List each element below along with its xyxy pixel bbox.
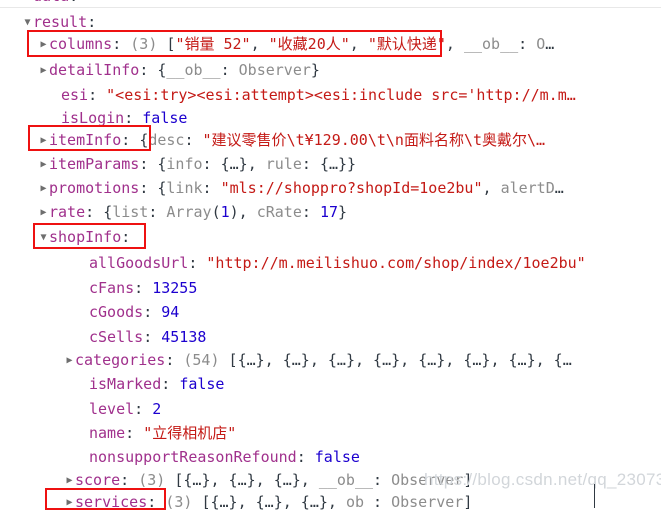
watermark-text: https://blog.csdn.net/qq_23073811 [424, 470, 661, 489]
array-length-badge: (3) [165, 493, 193, 510]
property-key: level [89, 400, 135, 418]
property-separator: : [143, 328, 153, 346]
tree-row-promotions[interactable]: promotions: {link: "mls://shoppro?shopId… [0, 176, 564, 201]
property-key: columns [49, 35, 113, 53]
property-key: cGoods [89, 303, 144, 321]
property-value-preview: false [314, 448, 360, 466]
property-separator: : [87, 13, 97, 31]
property-value-preview: false [142, 109, 188, 127]
property-separator: : [85, 203, 95, 221]
tree-row-nonsupportReasonRefound[interactable]: nonsupportReasonRefound: false [0, 445, 360, 470]
property-value-preview: {link: "mls://shoppro?shopId=1oe2bu", al… [157, 179, 564, 197]
tree-row-level[interactable]: level: 2 [0, 397, 161, 422]
property-separator: : [147, 493, 157, 510]
property-value-preview: {desc: "建议零售价\t¥129.00\t\n面料名称\t奥戴尔\… [139, 131, 546, 149]
property-separator: : [121, 228, 131, 246]
property-key: allGoodsUrl [89, 254, 189, 272]
disclosure-triangle-collapsed-icon[interactable] [38, 176, 49, 201]
property-key: promotions [49, 179, 140, 197]
property-value-preview: [{…}, {…}, {…}, ob : Observer] [201, 493, 473, 510]
property-separator: : [121, 131, 131, 149]
tree-row-allGoodsUrl[interactable]: allGoodsUrl: "http://m.meilishuo.com/sho… [0, 251, 586, 276]
property-value-preview: 2 [152, 400, 162, 418]
property-value-preview: [{…}, {…}, {…}, {…}, {…}, {…}, {…}, {… [228, 351, 572, 369]
property-key: isMarked [89, 375, 162, 393]
property-key: cSells [89, 328, 144, 346]
property-key: result [33, 13, 88, 31]
row-divider [0, 7, 661, 8]
property-value-preview: "http://m.meilishuo.com/shop/index/1oe2b… [206, 254, 586, 272]
property-separator: : [139, 155, 149, 173]
disclosure-triangle-collapsed-icon[interactable] [38, 128, 49, 153]
tree-row-esi[interactable]: esi: "<esi:try><esi:attempt><esi:include… [0, 83, 576, 108]
property-value-preview: {__ob__: Observer} [157, 61, 320, 79]
array-length-badge: (3) [130, 35, 158, 53]
property-key: esi [61, 86, 89, 104]
property-separator: : [139, 179, 149, 197]
property-separator: : [125, 424, 135, 442]
property-value-preview: 13255 [152, 279, 198, 297]
property-key: services [75, 493, 148, 510]
disclosure-triangle-collapsed-icon[interactable] [38, 58, 49, 83]
property-separator: : [143, 303, 153, 321]
property-key: detailInfo [49, 61, 140, 79]
property-key: rate [49, 203, 86, 221]
disclosure-triangle-collapsed-icon[interactable] [64, 348, 75, 373]
tree-row-name[interactable]: name: "立得相机店" [0, 421, 236, 446]
tree-row-isMarked[interactable]: isMarked: false [0, 372, 224, 397]
property-key: nonsupportReasonRefound [89, 448, 297, 466]
property-value-preview: "<esi:try><esi:attempt><esi:include src=… [106, 86, 576, 104]
property-separator: : [161, 375, 171, 393]
disclosure-triangle-collapsed-icon[interactable] [38, 152, 49, 177]
property-value-preview: 45138 [161, 328, 207, 346]
property-separator: : [296, 448, 306, 466]
property-separator: : [88, 86, 98, 104]
property-key: score [75, 471, 121, 489]
devtools-object-inspector[interactable]: data: result:columns: (3) ["销量 52", "收藏2… [0, 0, 661, 510]
text-cursor [594, 484, 595, 508]
disclosure-triangle-collapsed-icon[interactable] [38, 32, 49, 57]
property-key: itemParams [49, 155, 140, 173]
tree-row-services[interactable]: services: (3) [{…}, {…}, {…}, ob : Obser… [0, 490, 472, 510]
property-key: name [89, 424, 126, 442]
property-value-preview: ["销量 52", "收藏20人", "默认快递", __ob__: O… [166, 35, 555, 53]
array-length-badge: (54) [183, 351, 220, 369]
property-value-preview: {list: Array(1), cRate: 17} [103, 203, 348, 221]
tree-row-shopInfo[interactable]: shopInfo: [0, 225, 130, 250]
property-separator: : [165, 351, 175, 369]
property-value-preview: false [179, 375, 225, 393]
property-separator: : [134, 400, 144, 418]
property-separator: : [124, 109, 134, 127]
disclosure-triangle-expanded-icon[interactable] [38, 225, 49, 250]
tree-row-columns[interactable]: columns: (3) ["销量 52", "收藏20人", "默认快递", … [0, 32, 554, 57]
property-separator: : [134, 279, 144, 297]
property-key: itemInfo [49, 131, 122, 149]
tree-row-cGoods[interactable]: cGoods: 94 [0, 300, 179, 325]
tree-row-itemInfo[interactable]: itemInfo: {desc: "建议零售价\t¥129.00\t\n面料名称… [0, 128, 545, 153]
property-separator: : [139, 61, 149, 79]
property-separator: : [112, 35, 122, 53]
array-length-badge: (3) [138, 471, 166, 489]
disclosure-triangle-collapsed-icon[interactable] [64, 490, 75, 510]
tree-row-rate[interactable]: rate: {list: Array(1), cRate: 17} [0, 200, 347, 225]
property-key: shopInfo [49, 228, 122, 246]
property-key: isLogin [61, 109, 125, 127]
tree-row-cSells[interactable]: cSells: 45138 [0, 325, 206, 350]
disclosure-triangle-collapsed-icon[interactable] [38, 200, 49, 225]
property-value-preview: {info: {…}, rule: {…}} [157, 155, 357, 173]
property-key: categories [75, 351, 166, 369]
property-separator: : [120, 471, 130, 489]
tree-row-itemParams[interactable]: itemParams: {info: {…}, rule: {…}} [0, 152, 356, 177]
property-value-preview: 94 [161, 303, 180, 321]
property-key: cFans [89, 279, 135, 297]
tree-row-categories[interactable]: categories: (54) [{…}, {…}, {…}, {…}, {…… [0, 348, 572, 373]
tree-row-detailInfo[interactable]: detailInfo: {__ob__: Observer} [0, 58, 320, 83]
tree-row-cFans[interactable]: cFans: 13255 [0, 276, 197, 301]
property-value-preview: "立得相机店" [143, 424, 237, 442]
